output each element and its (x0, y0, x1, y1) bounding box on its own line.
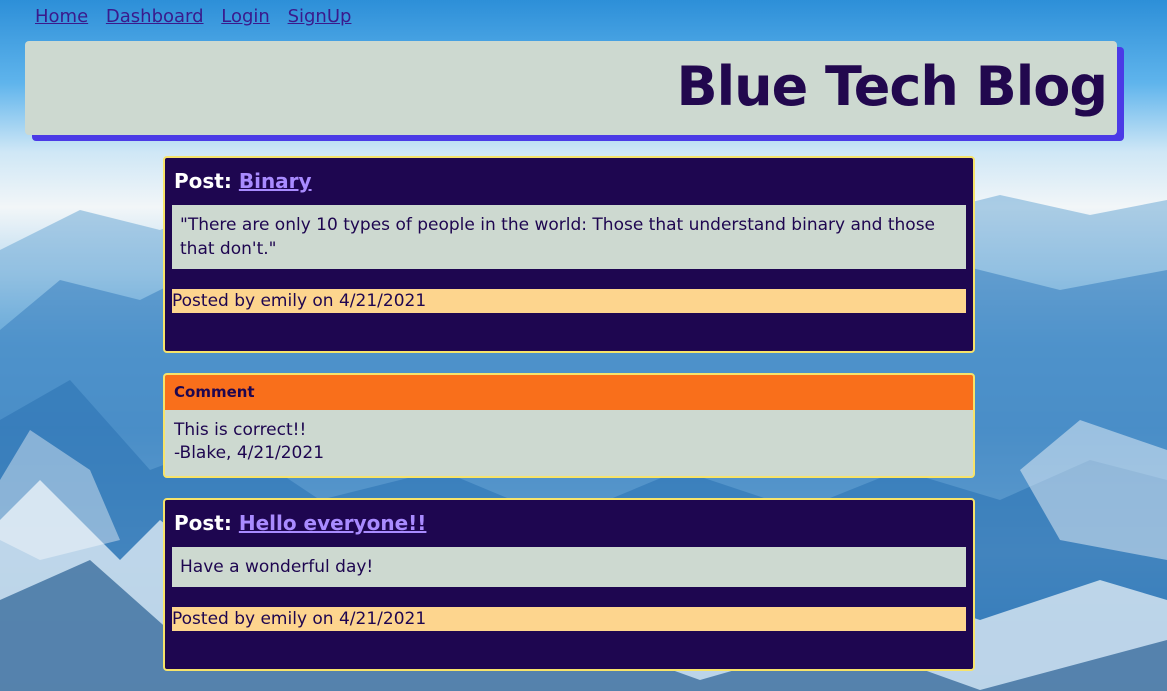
post-body: Have a wonderful day! (172, 547, 966, 587)
post-title: Post: Binary (174, 169, 973, 193)
post-prefix: Post: (174, 169, 232, 193)
post-prefix: Post: (174, 511, 232, 535)
post-meta: Posted by emily on 4/21/2021 (172, 607, 966, 631)
top-nav: Home Dashboard Login SignUp (35, 6, 363, 27)
nav-home-link[interactable]: Home (35, 6, 88, 27)
post-title: Post: Hello everyone!! (174, 511, 973, 535)
site-title: Blue Tech Blog (676, 55, 1108, 118)
post-meta: Posted by emily on 4/21/2021 (172, 289, 966, 313)
post-card: Post: Hello everyone!! Have a wonderful … (163, 498, 975, 671)
nav-login-link[interactable]: Login (221, 6, 270, 27)
comment-heading: Comment (165, 375, 973, 410)
site-header: Blue Tech Blog (25, 41, 1117, 135)
post-body: "There are only 10 types of people in th… (172, 205, 966, 269)
post-card: Post: Binary "There are only 10 types of… (163, 156, 975, 353)
post-title-link[interactable]: Hello everyone!! (239, 511, 427, 535)
comment-byline: -Blake, 4/21/2021 (174, 443, 325, 463)
post-title-link[interactable]: Binary (239, 169, 312, 193)
comment-body: This is correct!! -Blake, 4/21/2021 (165, 410, 973, 473)
nav-dashboard-link[interactable]: Dashboard (106, 6, 204, 27)
nav-signup-link[interactable]: SignUp (288, 6, 352, 27)
comment-card: Comment This is correct!! -Blake, 4/21/2… (163, 373, 975, 478)
comment-text: This is correct!! (174, 420, 307, 440)
